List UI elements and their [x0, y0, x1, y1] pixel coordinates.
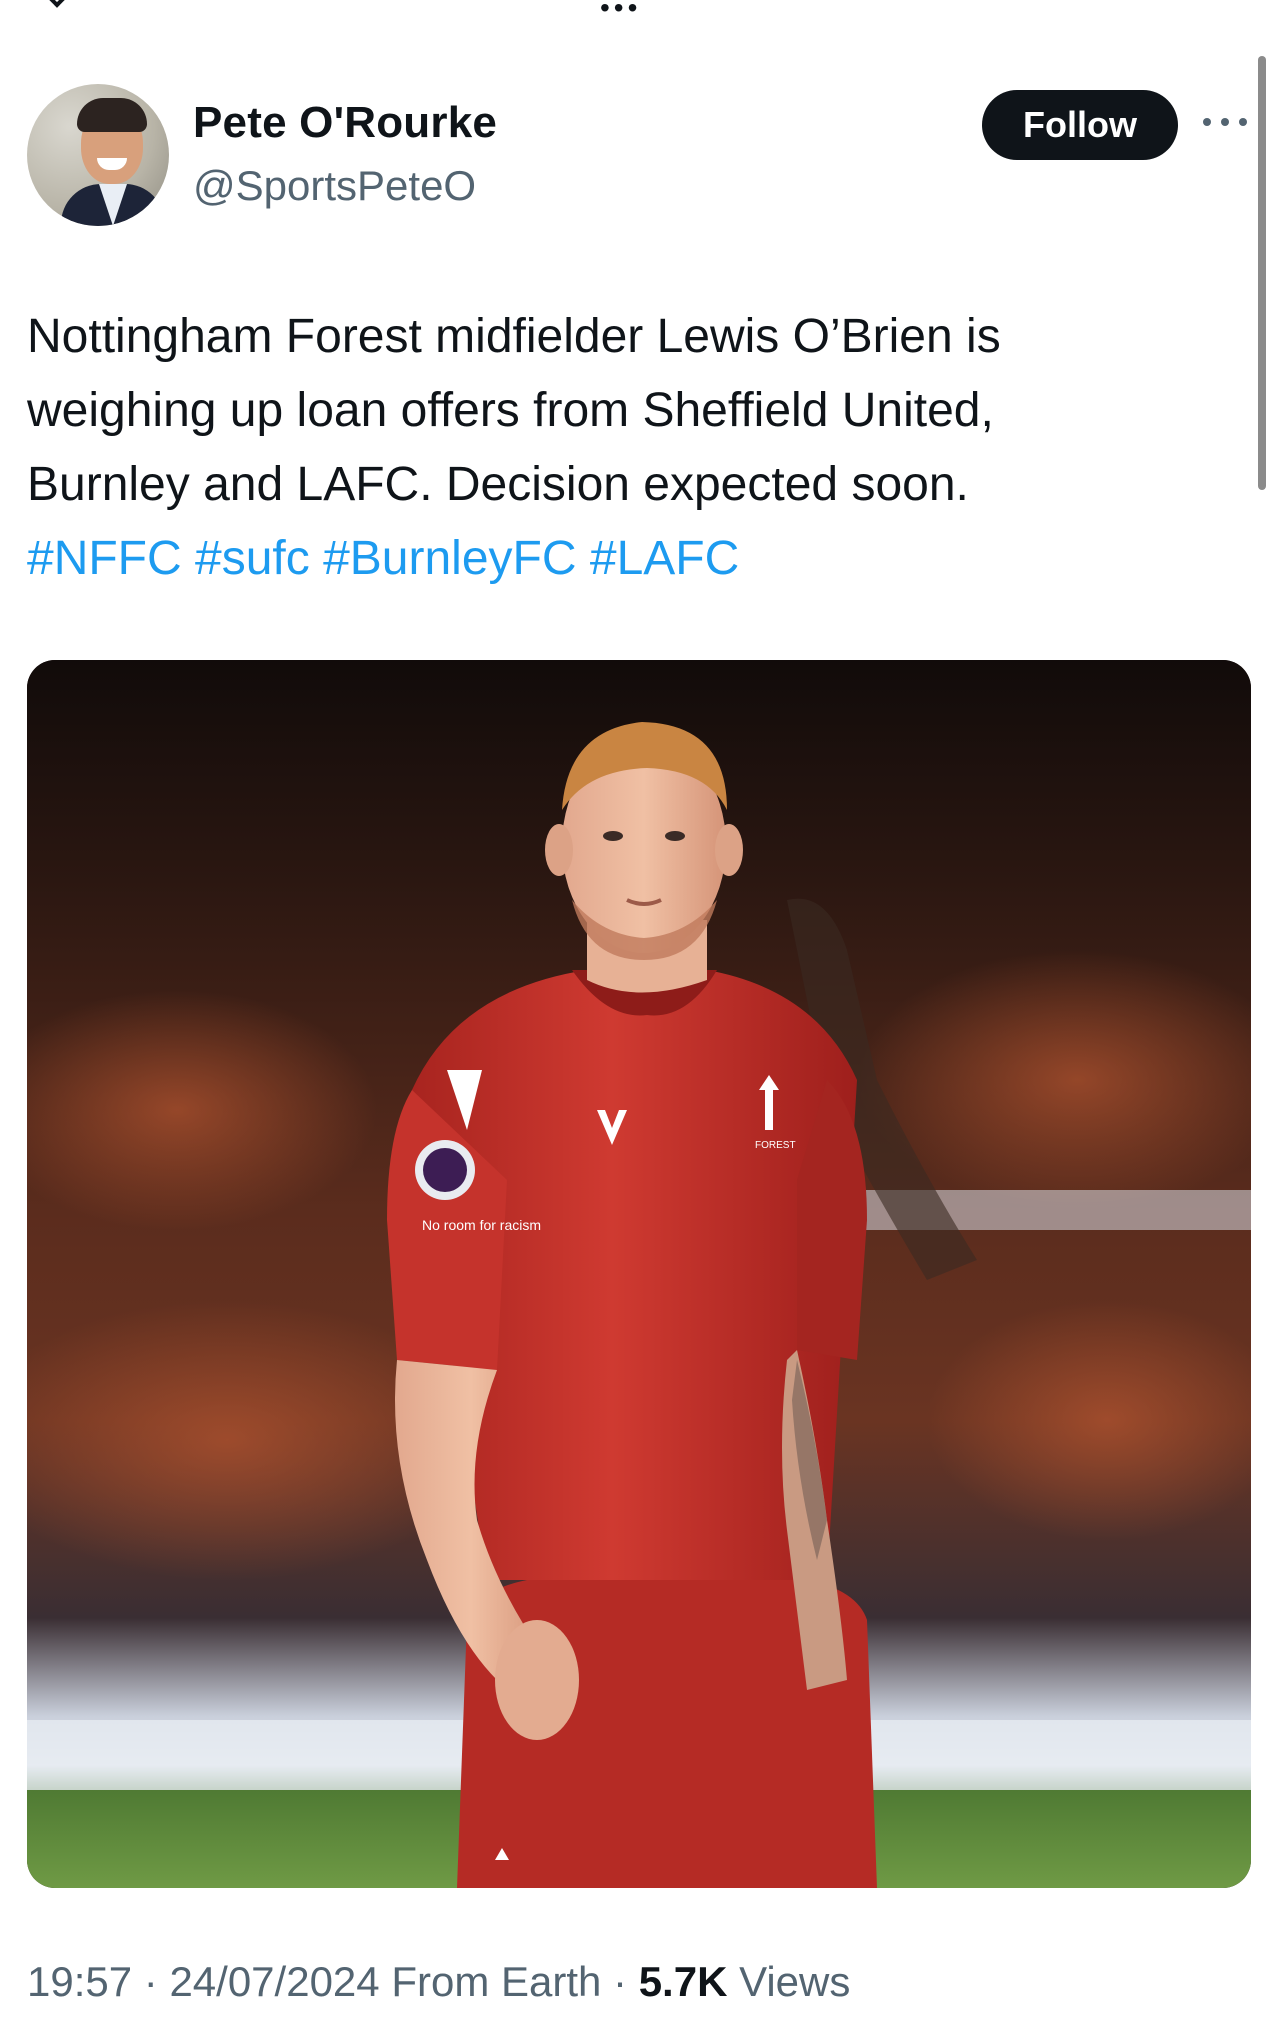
meta-separator: ·	[601, 1958, 639, 2005]
more-horizontal-icon[interactable]	[1203, 102, 1247, 142]
tweet-text-line: Nottingham Forest midfielder Lewis O’Bri…	[27, 310, 1001, 363]
avatar[interactable]	[27, 84, 169, 226]
crest-text: FOREST	[755, 1140, 796, 1151]
hashtag-line: #NFFC #sufc #BurnleyFC #LAFC	[27, 522, 1227, 596]
hashtag-nffc[interactable]: #NFFC	[27, 532, 182, 585]
tweet-meta: 19:57 · 24/07/2024 From Earth · 5.7K Vie…	[27, 1958, 850, 2006]
follow-button[interactable]: Follow	[982, 90, 1178, 160]
tweet-text-line: weighing up loan offers from Sheffield U…	[27, 384, 994, 437]
hashtag-burnleyfc[interactable]: #BurnleyFC	[323, 532, 576, 585]
meta-separator: ·	[132, 1958, 170, 2005]
player-photo: No room for racism FOREST	[27, 660, 1251, 1888]
views-count[interactable]: 5.7K	[639, 1958, 728, 2005]
tweet-time[interactable]: 19:57	[27, 1958, 132, 2005]
back-chevron-icon[interactable]	[44, 0, 70, 8]
views-label[interactable]: Views	[739, 1958, 850, 2005]
hashtag-sufc[interactable]: #sufc	[195, 532, 310, 585]
tweet-text: Nottingham Forest midfielder Lewis O’Bri…	[27, 300, 1227, 596]
tweet-text-line: Burnley and LAFC. Decision expected soon…	[27, 458, 969, 511]
user-handle[interactable]: @SportsPeteO	[193, 162, 476, 210]
top-more-icon: •••	[600, 0, 642, 23]
sleeve-patch: No room for racism	[422, 1217, 541, 1233]
display-name[interactable]: Pete O'Rourke	[193, 98, 497, 148]
tweet-photo[interactable]: No room for racism FOREST	[27, 660, 1251, 1888]
avatar-hair	[77, 98, 147, 132]
tweet-date[interactable]: 24/07/2024	[169, 1958, 379, 2005]
scrollbar[interactable]	[1258, 56, 1266, 490]
hashtag-lafc[interactable]: #LAFC	[590, 532, 739, 585]
tweet-source: From Earth	[391, 1958, 602, 2005]
top-bar-fragment: •••	[0, 0, 1284, 23]
tweet-header: Pete O'Rourke @SportsPeteO Follow	[27, 84, 1247, 230]
